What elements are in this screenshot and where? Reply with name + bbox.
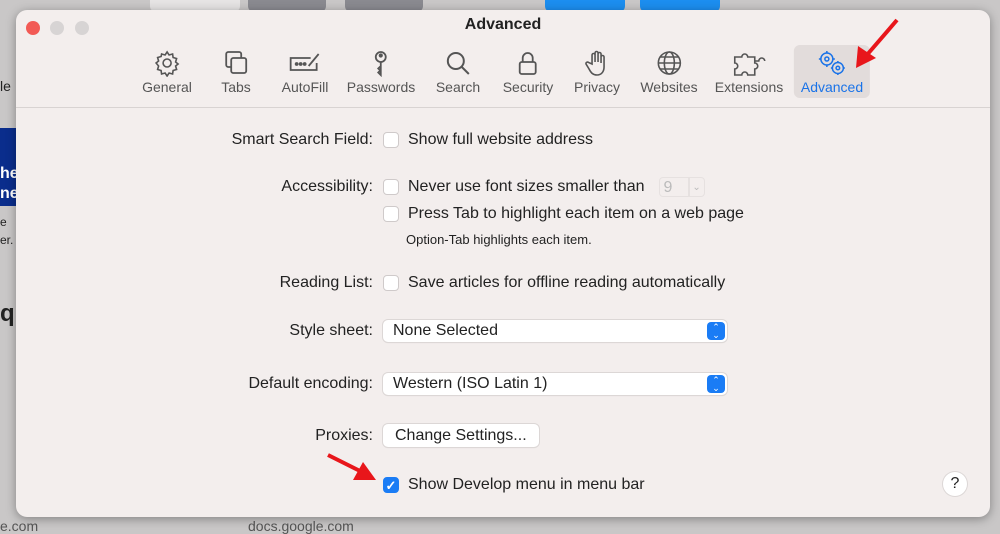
gear-icon	[154, 50, 180, 77]
tab-label: Tabs	[221, 79, 251, 95]
tab-extensions[interactable]: Extensions	[709, 45, 789, 98]
tab-security[interactable]: Security	[497, 45, 560, 98]
font-size-select[interactable]: 9 ⌄	[658, 177, 705, 197]
window-title: Advanced	[464, 16, 542, 33]
proxies-label: Proxies:	[315, 427, 373, 444]
bg-text: er.	[0, 233, 14, 247]
gears-icon	[819, 51, 845, 75]
checkbox[interactable]	[383, 132, 399, 148]
font-size-value: 9	[658, 177, 689, 197]
globe-icon	[657, 51, 681, 75]
checkbox[interactable]	[383, 206, 399, 222]
checkbox-label: Press Tab to highlight each item on a we…	[408, 205, 744, 222]
toolbar-divider	[16, 107, 990, 108]
help-button[interactable]: ?	[943, 472, 967, 496]
show-develop-menu-checkbox[interactable]: ✓ Show Develop menu in menu bar	[383, 476, 645, 494]
tab-search[interactable]: Search	[430, 45, 486, 98]
style-sheet-select[interactable]: None Selected ⌃ ⌄	[383, 320, 727, 342]
tab-general[interactable]: General	[136, 45, 198, 98]
save-offline-checkbox[interactable]: Save articles for offline reading automa…	[383, 274, 725, 292]
tab-label: Websites	[640, 79, 698, 95]
option-tab-note: Option-Tab highlights each item.	[406, 232, 592, 247]
checkbox[interactable]	[383, 179, 399, 195]
smart-search-label: Smart Search Field:	[231, 131, 373, 148]
tab-advanced[interactable]: Advanced	[793, 45, 871, 98]
select-value: Western (ISO Latin 1)	[393, 375, 548, 392]
tab-privacy[interactable]: Privacy	[568, 45, 626, 98]
tabs-icon	[225, 51, 247, 74]
key-icon	[375, 51, 387, 77]
tab-label: Security	[502, 79, 554, 95]
encoding-select[interactable]: Western (ISO Latin 1) ⌃ ⌄	[383, 373, 727, 395]
preferences-window: Advanced General Tabs AutoFill Passwords…	[16, 10, 990, 517]
select-value: None Selected	[393, 322, 498, 339]
tab-tabs[interactable]: Tabs	[215, 45, 257, 98]
checkmark-icon[interactable]: ✓	[383, 477, 399, 493]
tab-label: Search	[435, 79, 481, 95]
show-full-address-checkbox[interactable]: Show full website address	[383, 131, 593, 149]
bg-text: e	[0, 215, 7, 229]
checkbox-label: Show Develop menu in menu bar	[408, 476, 645, 493]
min-font-size-checkbox[interactable]: Never use font sizes smaller than 9 ⌄	[383, 177, 705, 197]
tab-websites[interactable]: Websites	[634, 45, 703, 98]
reading-list-label: Reading List:	[279, 274, 373, 291]
tab-label: Advanced	[800, 79, 864, 95]
search-icon	[446, 52, 470, 75]
tab-label: Extensions	[714, 79, 784, 95]
change-settings-button[interactable]: Change Settings...	[383, 424, 539, 447]
checkbox[interactable]	[383, 275, 399, 291]
lock-icon	[519, 52, 537, 75]
checkbox-label: Show full website address	[408, 131, 593, 148]
tab-label: AutoFill	[281, 79, 329, 95]
updown-chevron-icon: ⌃ ⌄	[707, 322, 725, 340]
tab-autofill[interactable]: AutoFill	[276, 45, 335, 98]
autofill-icon	[290, 53, 320, 71]
encoding-label: Default encoding:	[248, 375, 373, 392]
hand-icon	[585, 50, 605, 76]
press-tab-checkbox[interactable]: Press Tab to highlight each item on a we…	[383, 205, 744, 223]
toolbar: General Tabs AutoFill Passwords Search S…	[16, 45, 990, 108]
puzzle-icon	[734, 53, 766, 76]
style-sheet-label: Style sheet:	[289, 322, 373, 339]
tab-passwords[interactable]: Passwords	[341, 45, 421, 98]
checkbox-label: Never use font sizes smaller than	[408, 178, 645, 195]
tab-label: General	[142, 79, 192, 95]
tab-label: Privacy	[574, 79, 620, 95]
bg-text: le	[0, 78, 11, 94]
chevron-down-icon: ⌄	[688, 177, 705, 197]
tab-label: Passwords	[346, 79, 416, 95]
checkbox-label: Save articles for offline reading automa…	[408, 274, 726, 291]
updown-chevron-icon: ⌃ ⌄	[707, 375, 725, 393]
accessibility-label: Accessibility:	[281, 178, 373, 195]
